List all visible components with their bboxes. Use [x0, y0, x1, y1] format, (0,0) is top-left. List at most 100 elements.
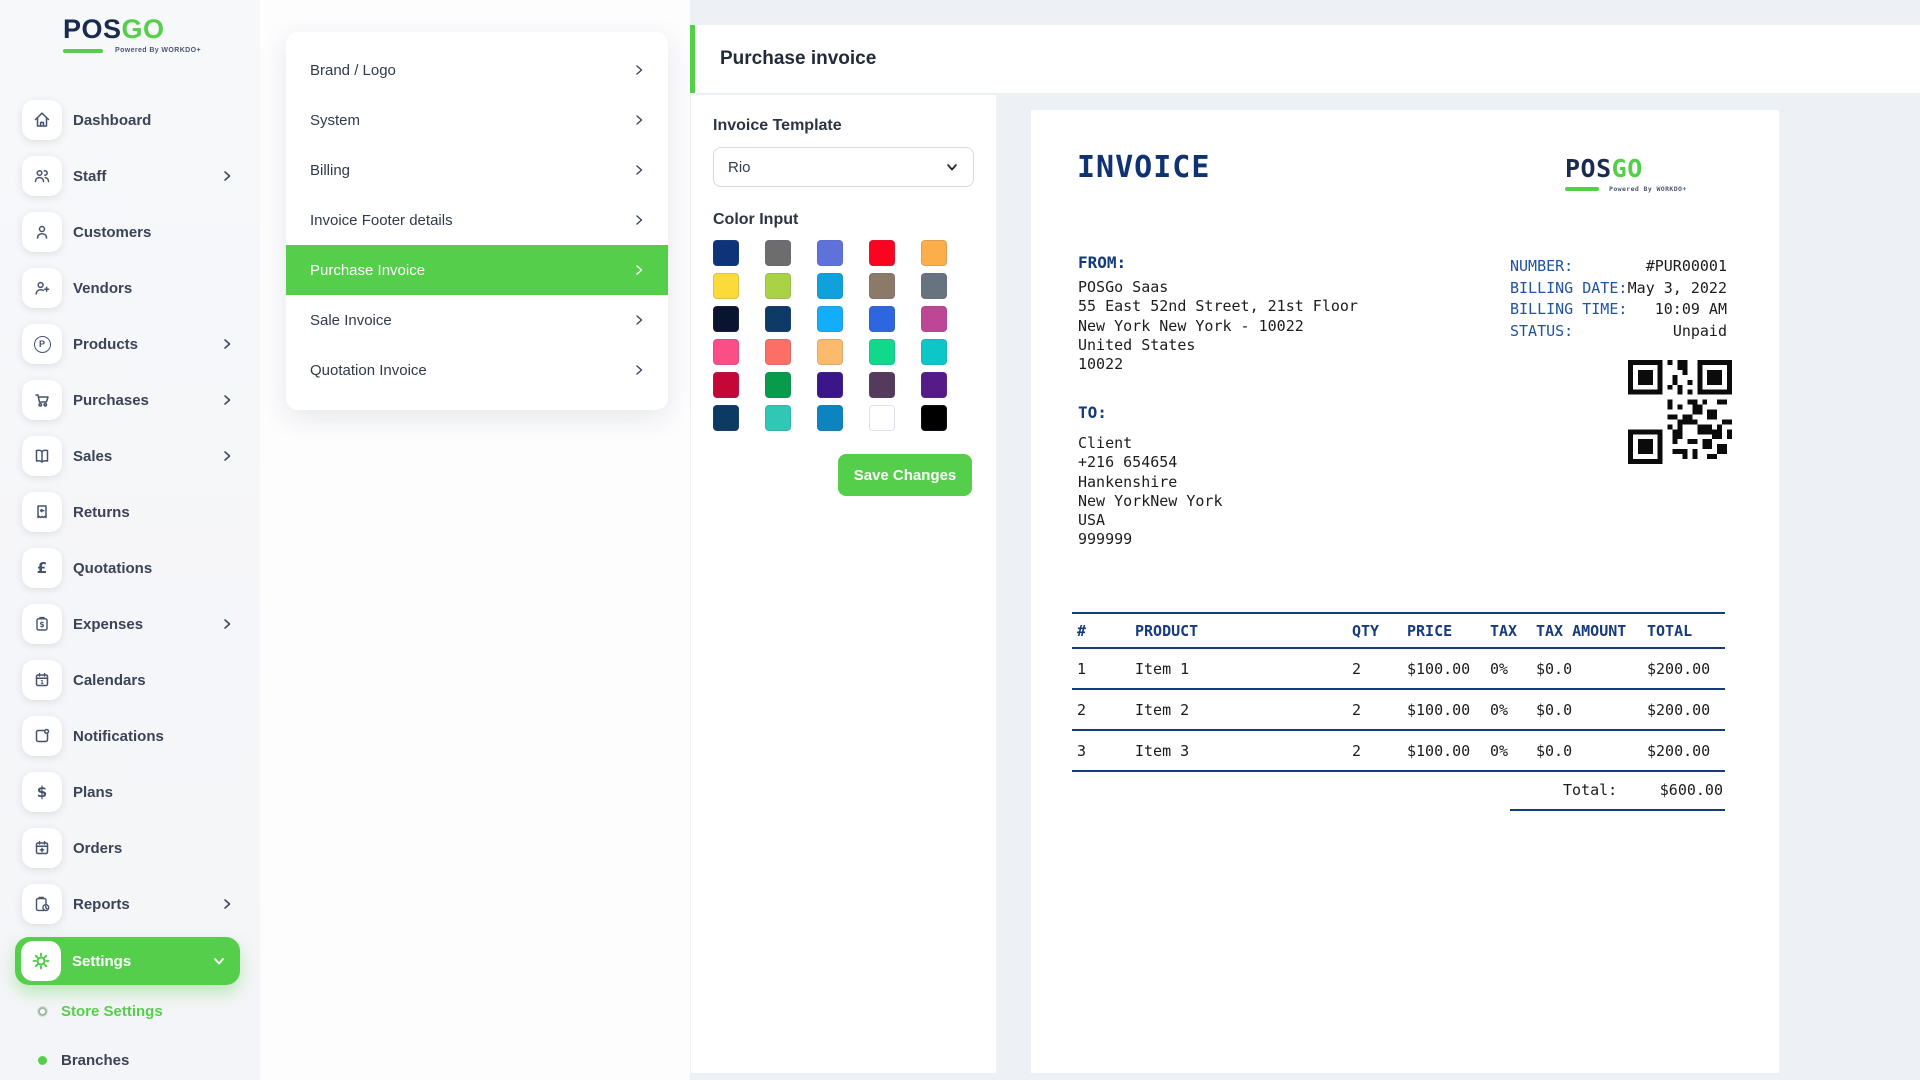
sidebar-item-plans[interactable]: $ Plans [22, 772, 238, 812]
book-icon [22, 436, 62, 476]
report-icon [22, 884, 62, 924]
table-row: 1Item 12$100.000%$0.0$200.00 [1072, 648, 1725, 689]
sidebar-item-quotations[interactable]: £ Quotations [22, 548, 238, 588]
color-swatch[interactable] [765, 405, 791, 431]
color-swatch[interactable] [817, 273, 843, 299]
chevron-right-icon [220, 393, 234, 407]
sidebar-item-label: Reports [73, 896, 130, 913]
submenu-item-billing[interactable]: Billing [286, 145, 668, 195]
users-icon [22, 156, 62, 196]
color-swatch[interactable] [713, 405, 739, 431]
chevron-right-icon [632, 213, 646, 227]
sidebar-item-customers[interactable]: Customers [22, 212, 238, 252]
bullet-icon [38, 1056, 47, 1065]
color-swatch[interactable] [817, 372, 843, 398]
color-swatch[interactable] [765, 372, 791, 398]
color-swatch[interactable] [713, 240, 739, 266]
color-swatch[interactable] [921, 372, 947, 398]
color-swatch[interactable] [869, 273, 895, 299]
sidebar-item-vendors[interactable]: Vendors [22, 268, 238, 308]
submenu-item-label: Quotation Invoice [310, 362, 427, 379]
invoice-meta: NUMBER:#PUR00001 BILLING DATE:May 3, 202… [1510, 256, 1727, 343]
invoice-template-label: Invoice Template [713, 117, 974, 135]
color-swatch[interactable] [869, 240, 895, 266]
sidebar-item-settings[interactable]: Settings [15, 937, 240, 985]
color-swatch[interactable] [869, 339, 895, 365]
color-swatch[interactable] [817, 405, 843, 431]
sidebar-item-label: Vendors [73, 280, 132, 297]
sidebar-item-staff[interactable]: Staff [22, 156, 238, 196]
sidebar-item-branches[interactable]: Branches [38, 1052, 129, 1069]
color-swatch[interactable] [869, 372, 895, 398]
sidebar-item-notifications[interactable]: Notifications [22, 716, 238, 756]
color-swatch[interactable] [921, 405, 947, 431]
svg-text:1: 1 [40, 680, 44, 686]
submenu-item-system[interactable]: System [286, 95, 668, 145]
sidebar-item-orders[interactable]: Orders [22, 828, 238, 868]
sidebar-item-label: Purchases [73, 392, 149, 409]
color-swatch[interactable] [921, 306, 947, 332]
sidebar-nav: Dashboard Staff Customers Vendors P Prod… [22, 100, 238, 924]
color-swatch[interactable] [765, 339, 791, 365]
chevron-right-icon [220, 169, 234, 183]
invoice-title: INVOICE [1077, 150, 1210, 185]
sidebar-item-calendars[interactable]: 1 Calendars [22, 660, 238, 700]
color-swatch[interactable] [765, 240, 791, 266]
sidebar-item-dashboard[interactable]: Dashboard [22, 100, 238, 140]
svg-text:$: $ [39, 620, 44, 629]
to-label: TO: [1078, 403, 1107, 422]
sidebar-item-reports[interactable]: Reports [22, 884, 238, 924]
color-swatch[interactable] [713, 273, 739, 299]
submenu-item-brand-logo[interactable]: Brand / Logo [286, 45, 668, 95]
color-swatch[interactable] [713, 306, 739, 332]
color-swatch[interactable] [817, 339, 843, 365]
color-swatch[interactable] [765, 306, 791, 332]
color-swatch[interactable] [713, 339, 739, 365]
header-accent-bar [690, 25, 695, 93]
submenu-item-label: Brand / Logo [310, 62, 396, 79]
dollar-icon: $ [22, 772, 62, 812]
color-swatch[interactable] [817, 240, 843, 266]
invoice-preview: INVOICE POSGO Powered By WORKDO+ FROM: P… [1031, 110, 1779, 1073]
color-swatch[interactable] [921, 273, 947, 299]
invoice-items-table: # PRODUCT QTY PRICE TAX TAX AMOUNT TOTAL… [1072, 612, 1725, 772]
color-swatch[interactable] [713, 372, 739, 398]
sidebar-item-label: Quotations [73, 560, 152, 577]
color-swatch[interactable] [765, 273, 791, 299]
sidebar-item-label: Products [73, 336, 138, 353]
color-swatch[interactable] [921, 339, 947, 365]
save-changes-button[interactable]: Save Changes [838, 454, 972, 496]
submenu-item-sale-invoice[interactable]: Sale Invoice [286, 295, 668, 345]
sidebar-item-expenses[interactable]: $ Expenses [22, 604, 238, 644]
sidebar-item-purchases[interactable]: Purchases [22, 380, 238, 420]
sidebar-item-returns[interactable]: Returns [22, 492, 238, 532]
bullet-icon [38, 1007, 47, 1016]
expense-clipboard-icon: $ [22, 604, 62, 644]
submenu-item-invoice-footer[interactable]: Invoice Footer details [286, 195, 668, 245]
sidebar-item-label: Plans [73, 784, 113, 801]
chevron-right-icon [220, 897, 234, 911]
sidebar-item-label: Store Settings [61, 1003, 163, 1020]
color-swatch[interactable] [869, 405, 895, 431]
invoice-logo: POSGO Powered By WORKDO+ [1565, 154, 1711, 193]
sidebar-item-sales[interactable]: Sales [22, 436, 238, 476]
color-swatch[interactable] [817, 306, 843, 332]
chevron-down-icon [945, 160, 959, 174]
gear-icon [21, 941, 61, 981]
meta-row: NUMBER:#PUR00001 [1510, 256, 1727, 278]
logo-dash [1565, 187, 1599, 191]
invoice-template-select[interactable]: Rio [713, 147, 974, 187]
main-content: Purchase invoice Invoice Template Rio Co… [690, 0, 1920, 1080]
notification-icon [22, 716, 62, 756]
pound-icon: £ [22, 548, 62, 588]
submenu-item-quotation-invoice[interactable]: Quotation Invoice [286, 345, 668, 395]
sidebar-item-label: Orders [73, 840, 122, 857]
sidebar-item-label: Expenses [73, 616, 143, 633]
settings-submenu: Brand / Logo System Billing Invoice Foot… [286, 32, 668, 410]
sidebar-item-store-settings[interactable]: Store Settings [38, 1003, 163, 1020]
submenu-item-purchase-invoice[interactable]: Purchase Invoice [286, 245, 668, 295]
sidebar-item-products[interactable]: P Products [22, 324, 238, 364]
color-swatch[interactable] [869, 306, 895, 332]
logo-pos: POS [63, 14, 122, 44]
color-swatch[interactable] [921, 240, 947, 266]
